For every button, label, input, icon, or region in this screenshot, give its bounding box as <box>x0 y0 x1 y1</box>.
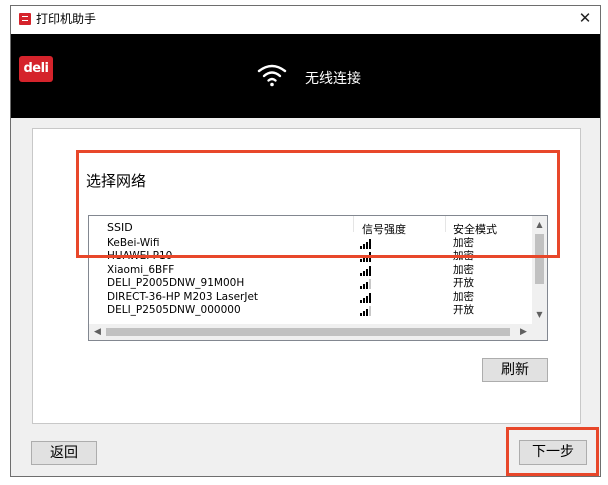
signal-icon <box>360 279 374 290</box>
network-ssid: KeBei-Wifi <box>107 237 160 249</box>
network-ssid: HUAWEI P10 <box>107 250 173 263</box>
vertical-scrollbar[interactable]: ▲ ▼ <box>532 216 547 324</box>
network-security: 开放 <box>453 277 474 290</box>
network-ssid: Xiaomi_6BFF <box>107 263 175 276</box>
signal-icon <box>360 252 374 263</box>
horizontal-scrollbar[interactable]: ◀ ▶ <box>89 324 532 340</box>
signal-icon <box>360 265 374 276</box>
scroll-up-icon[interactable]: ▲ <box>532 218 547 232</box>
network-security: 加密 <box>453 290 474 303</box>
network-row[interactable]: DELI_P2005DNW_91M00H 开放 <box>89 277 533 290</box>
title-bar <box>11 6 600 34</box>
network-list[interactable]: SSID 信号强度 安全模式 KeBei-Wifi 加密 HUAWEI P10 加密 X… <box>88 215 548 341</box>
header-title: 无线连接 <box>305 71 361 87</box>
scroll-left-icon[interactable]: ◀ <box>90 324 105 340</box>
app-icon <box>19 13 31 25</box>
network-row[interactable]: KeBei-Wifi 加密 <box>89 237 533 250</box>
next-button[interactable]: 下一步 <box>519 440 587 465</box>
column-signal[interactable]: 信号强度 <box>362 221 406 237</box>
network-security: 加密 <box>453 263 474 276</box>
deli-logo: deli <box>19 56 53 82</box>
network-row[interactable]: DIRECT-36-HP M203 LaserJet 加密 <box>89 291 533 304</box>
scroll-corner <box>532 324 547 340</box>
column-divider[interactable] <box>445 216 446 232</box>
vertical-scroll-thumb[interactable] <box>535 234 544 284</box>
column-ssid[interactable]: SSID <box>107 221 133 234</box>
signal-icon <box>360 239 374 249</box>
network-security: 加密 <box>453 250 474 263</box>
refresh-button[interactable]: 刷新 <box>482 358 548 382</box>
network-ssid: DIRECT-36-HP M203 LaserJet <box>107 290 259 303</box>
network-ssid: DELI_P2505DNW_000000 <box>107 304 241 316</box>
network-security: 开放 <box>453 304 474 316</box>
window-title: 打印机助手 <box>36 12 97 26</box>
scroll-down-icon[interactable]: ▼ <box>532 308 547 322</box>
signal-icon <box>360 306 374 316</box>
signal-icon <box>360 292 374 303</box>
back-button[interactable]: 返回 <box>31 441 97 465</box>
network-ssid: DELI_P2005DNW_91M00H <box>107 277 245 290</box>
close-icon[interactable]: ✕ <box>576 9 594 27</box>
column-divider[interactable] <box>353 216 354 232</box>
section-title: 选择网络 <box>86 172 147 190</box>
network-row[interactable]: DELI_P2505DNW_000000 开放 <box>89 304 533 317</box>
horizontal-scroll-thumb[interactable] <box>106 328 510 336</box>
network-row[interactable]: Xiaomi_6BFF 加密 <box>89 264 533 277</box>
scroll-right-icon[interactable]: ▶ <box>516 324 531 340</box>
network-security: 加密 <box>453 237 474 249</box>
column-security[interactable]: 安全模式 <box>453 221 497 237</box>
wifi-icon <box>257 64 287 87</box>
network-row[interactable]: HUAWEI P10 加密 <box>89 250 533 263</box>
